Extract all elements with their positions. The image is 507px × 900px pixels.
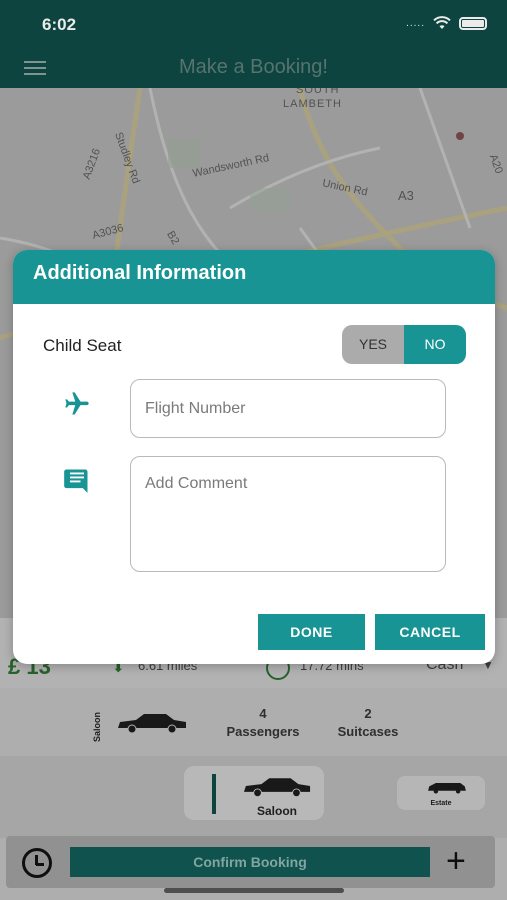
dialog-title: Additional Information [33, 262, 247, 284]
comment-input[interactable] [130, 456, 446, 572]
cancel-button[interactable]: CANCEL [375, 614, 485, 650]
child-seat-yes-option[interactable]: YES [342, 325, 404, 364]
done-button[interactable]: DONE [258, 614, 365, 650]
additional-info-dialog: Additional Information Child Seat YES NO… [13, 250, 495, 664]
flight-number-input[interactable] [130, 379, 446, 438]
child-seat-label: Child Seat [43, 336, 122, 355]
child-seat-no-option[interactable]: NO [404, 325, 466, 364]
dialog-header: Additional Information [13, 250, 495, 304]
airplane-icon [65, 392, 89, 415]
comment-icon [64, 469, 88, 493]
child-seat-toggle: YES NO [342, 325, 466, 364]
